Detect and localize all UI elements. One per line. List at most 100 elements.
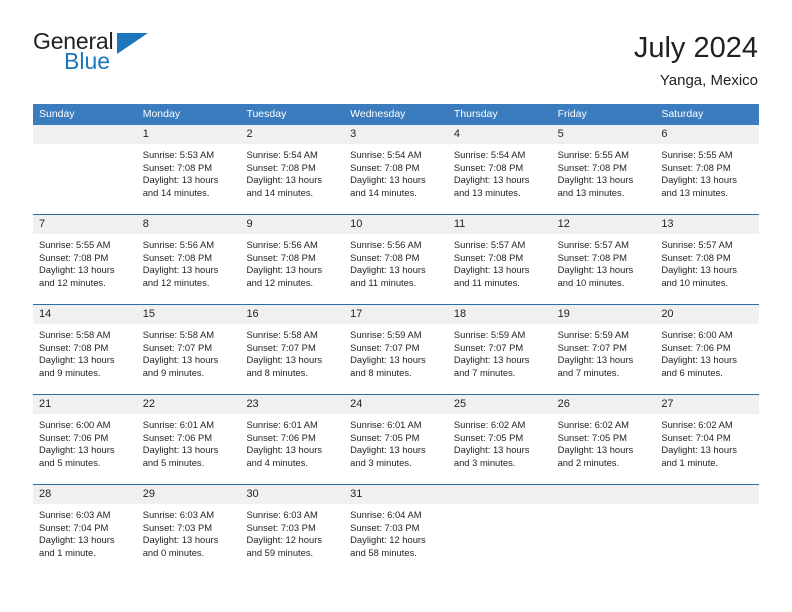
- calendar-day-cell[interactable]: 19 Sunrise: 5:59 AM Sunset: 7:07 PM Dayligh…: [551, 305, 656, 394]
- day-detail-line: and 14 minutes.: [246, 187, 314, 199]
- calendar-day-cell[interactable]: 24 Sunrise: 6:01 AM Sunset: 7:05 PM Dayligh…: [344, 395, 448, 484]
- calendar-day-cell[interactable]: 5 Sunrise: 5:55 AM Sunset: 7:08 PM Daylight…: [551, 125, 656, 214]
- day-detail-line: Sunset: 7:08 PM: [246, 251, 316, 263]
- day-detail-line: Sunset: 7:08 PM: [661, 251, 731, 263]
- day-detail-line: Daylight: 13 hours: [350, 174, 426, 186]
- calendar-week-row: 7 Sunrise: 5:55 AM Sunset: 7:08 PM Daylight…: [33, 214, 760, 304]
- day-detail-line: Sunset: 7:06 PM: [39, 431, 109, 443]
- day-details: Sunrise: 6:00 AM Sunset: 7:06 PM Daylight:…: [33, 414, 137, 470]
- day-details: Sunrise: 5:56 AM Sunset: 7:08 PM Daylight:…: [137, 234, 241, 290]
- day-details: Sunrise: 6:03 AM Sunset: 7:03 PM Daylight:…: [240, 504, 344, 560]
- calendar-day-cell[interactable]: 12 Sunrise: 5:57 AM Sunset: 7:08 PM Dayligh…: [551, 215, 656, 304]
- day-detail-line: Sunrise: 5:57 AM: [557, 239, 629, 250]
- day-detail-line: and 5 minutes.: [39, 457, 101, 469]
- calendar-page: General Blue July 2024 Yanga, Mexico Sun…: [0, 0, 792, 612]
- day-detail-line: Sunset: 7:06 PM: [661, 341, 731, 353]
- day-detail-line: Daylight: 13 hours: [453, 444, 530, 456]
- day-number-band: 27: [655, 395, 760, 414]
- calendar-day-cell[interactable]: 6 Sunrise: 5:55 AM Sunset: 7:08 PM Daylight…: [655, 125, 760, 214]
- calendar-day-cell[interactable]: 25 Sunrise: 6:02 AM Sunset: 7:05 PM Dayligh…: [447, 395, 552, 484]
- calendar-day-cell-empty: [33, 125, 137, 214]
- day-detail-line: Daylight: 13 hours: [142, 264, 219, 276]
- calendar-week-row: 14 Sunrise: 5:58 AM Sunset: 7:08 PM Dayligh…: [33, 304, 760, 394]
- day-detail-line: Sunrise: 5:55 AM: [39, 239, 111, 250]
- calendar-day-cell[interactable]: 2 Sunrise: 5:54 AM Sunset: 7:08 PM Daylight…: [240, 125, 345, 214]
- weekday-header-friday: Friday: [557, 108, 587, 120]
- calendar-day-cell[interactable]: 14 Sunrise: 5:58 AM Sunset: 7:08 PM Dayligh…: [33, 305, 137, 394]
- calendar-week-row: 21 Sunrise: 6:00 AM Sunset: 7:06 PM Dayligh…: [33, 394, 760, 484]
- calendar-day-cell[interactable]: 3 Sunrise: 5:54 AM Sunset: 7:08 PM Daylight…: [344, 125, 448, 214]
- day-details: Sunrise: 6:01 AM Sunset: 7:06 PM Daylight:…: [137, 414, 241, 470]
- day-details: Sunrise: 5:57 AM Sunset: 7:08 PM Daylight:…: [552, 234, 656, 290]
- weekday-header-row: Sunday Monday Tuesday Wednesday Thursday Frid…: [33, 104, 759, 125]
- day-detail-line: Sunset: 7:05 PM: [557, 431, 627, 443]
- calendar-day-cell[interactable]: 22 Sunrise: 6:01 AM Sunset: 7:06 PM Dayligh…: [136, 395, 241, 484]
- day-details: Sunrise: 5:54 AM Sunset: 7:08 PM Daylight:…: [448, 144, 552, 200]
- day-details: Sunrise: 6:03 AM Sunset: 7:03 PM Daylight:…: [137, 504, 241, 560]
- calendar-day-cell[interactable]: 16 Sunrise: 5:58 AM Sunset: 7:07 PM Dayligh…: [240, 305, 345, 394]
- day-detail-line: Daylight: 13 hours: [557, 354, 634, 366]
- calendar-day-cell[interactable]: 20 Sunrise: 6:00 AM Sunset: 7:06 PM Dayligh…: [655, 305, 760, 394]
- day-detail-line: Daylight: 13 hours: [39, 444, 115, 456]
- calendar-day-cell[interactable]: 27 Sunrise: 6:02 AM Sunset: 7:04 PM Dayligh…: [655, 395, 760, 484]
- day-details: Sunrise: 5:53 AM Sunset: 7:08 PM Daylight:…: [137, 144, 241, 200]
- day-number: 7: [39, 218, 46, 230]
- calendar-day-cell[interactable]: 31 Sunrise: 6:04 AM Sunset: 7:03 PM Dayligh…: [344, 485, 448, 574]
- calendar-day-cell[interactable]: 10 Sunrise: 5:56 AM Sunset: 7:08 PM Dayligh…: [344, 215, 448, 304]
- calendar-day-cell[interactable]: 4 Sunrise: 5:54 AM Sunset: 7:08 PM Daylight…: [447, 125, 552, 214]
- day-detail-line: Sunset: 7:04 PM: [661, 431, 731, 443]
- day-detail-line: Sunset: 7:06 PM: [246, 431, 316, 443]
- calendar-day-cell[interactable]: 18 Sunrise: 5:59 AM Sunset: 7:07 PM Dayligh…: [447, 305, 552, 394]
- day-details: Sunrise: 5:58 AM Sunset: 7:08 PM Daylight:…: [33, 324, 137, 380]
- day-number: 18: [453, 308, 467, 320]
- calendar-day-cell[interactable]: 21 Sunrise: 6:00 AM Sunset: 7:06 PM Dayligh…: [33, 395, 137, 484]
- day-detail-line: Daylight: 13 hours: [453, 264, 530, 276]
- calendar-day-cell[interactable]: 11 Sunrise: 5:57 AM Sunset: 7:08 PM Dayligh…: [447, 215, 552, 304]
- calendar-day-cell[interactable]: 17 Sunrise: 5:59 AM Sunset: 7:07 PM Dayligh…: [344, 305, 448, 394]
- day-detail-line: Sunrise: 6:00 AM: [661, 329, 733, 340]
- day-number: 29: [142, 488, 155, 500]
- day-details: [552, 504, 656, 509]
- day-detail-line: Sunset: 7:08 PM: [453, 161, 524, 173]
- day-detail-line: Sunset: 7:03 PM: [246, 521, 316, 533]
- calendar-day-cell[interactable]: 30 Sunrise: 6:03 AM Sunset: 7:03 PM Dayligh…: [240, 485, 345, 574]
- day-detail-line: and 14 minutes.: [142, 187, 210, 199]
- day-detail-line: Sunset: 7:08 PM: [453, 251, 524, 263]
- day-detail-line: Daylight: 13 hours: [350, 264, 426, 276]
- day-detail-line: Sunset: 7:03 PM: [350, 521, 420, 533]
- day-number: 1: [142, 128, 149, 140]
- day-detail-line: Daylight: 13 hours: [557, 444, 634, 456]
- day-number: 27: [661, 398, 674, 410]
- logo[interactable]: General Blue: [33, 30, 153, 82]
- calendar-day-cell[interactable]: 28 Sunrise: 6:03 AM Sunset: 7:04 PM Dayligh…: [33, 485, 137, 574]
- day-number: 9: [246, 218, 253, 230]
- calendar-day-cell[interactable]: 26 Sunrise: 6:02 AM Sunset: 7:05 PM Dayligh…: [551, 395, 656, 484]
- day-detail-line: Sunrise: 5:55 AM: [557, 149, 629, 160]
- day-detail-line: Daylight: 13 hours: [557, 174, 634, 186]
- day-detail-line: Sunset: 7:03 PM: [142, 521, 213, 533]
- day-number: 5: [557, 128, 564, 140]
- day-number: 28: [39, 488, 52, 500]
- day-detail-line: Daylight: 13 hours: [661, 264, 737, 276]
- day-detail-line: Sunrise: 5:57 AM: [453, 239, 526, 250]
- day-detail-line: Sunrise: 6:02 AM: [453, 419, 526, 430]
- day-number-band: 9: [240, 215, 345, 234]
- day-details: Sunrise: 6:03 AM Sunset: 7:04 PM Daylight:…: [33, 504, 137, 560]
- day-detail-line: Daylight: 13 hours: [142, 444, 219, 456]
- day-number-band: [33, 125, 137, 144]
- calendar-day-cell[interactable]: 15 Sunrise: 5:58 AM Sunset: 7:07 PM Dayligh…: [136, 305, 241, 394]
- calendar-day-cell[interactable]: 13 Sunrise: 5:57 AM Sunset: 7:08 PM Dayligh…: [655, 215, 760, 304]
- calendar-day-cell[interactable]: 29 Sunrise: 6:03 AM Sunset: 7:03 PM Dayligh…: [136, 485, 241, 574]
- calendar-day-cell[interactable]: 7 Sunrise: 5:55 AM Sunset: 7:08 PM Daylight…: [33, 215, 137, 304]
- day-detail-line: Daylight: 13 hours: [246, 354, 323, 366]
- calendar-day-cell[interactable]: 9 Sunrise: 5:56 AM Sunset: 7:08 PM Daylight…: [240, 215, 345, 304]
- calendar-week-row: 28 Sunrise: 6:03 AM Sunset: 7:04 PM Dayligh…: [33, 484, 760, 574]
- calendar-day-cell[interactable]: 8 Sunrise: 5:56 AM Sunset: 7:08 PM Daylight…: [136, 215, 241, 304]
- day-detail-line: Sunset: 7:06 PM: [142, 431, 213, 443]
- calendar-day-cell[interactable]: 1 Sunrise: 5:53 AM Sunset: 7:08 PM Daylight…: [136, 125, 241, 214]
- day-detail-line: and 3 minutes.: [453, 457, 516, 469]
- calendar-day-cell[interactable]: 23 Sunrise: 6:01 AM Sunset: 7:06 PM Dayligh…: [240, 395, 345, 484]
- weekday-header-tuesday: Tuesday: [246, 108, 287, 120]
- day-details: [448, 504, 552, 509]
- day-detail-line: Sunrise: 5:59 AM: [557, 329, 629, 340]
